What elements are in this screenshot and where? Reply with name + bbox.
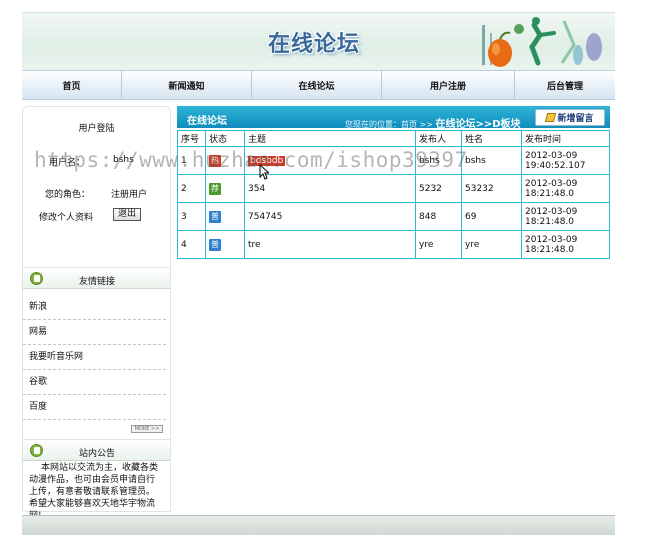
column-header: 发布人 xyxy=(415,130,462,147)
forum-panel: 在线论坛 您现在的位置：首页 >> 在线论坛>>D板块 新增留言 序号 状态 主… xyxy=(177,106,610,264)
time-date: 2012-03-09 xyxy=(525,234,578,245)
time-cell: 2012-03-09 18:21:48.0 xyxy=(521,202,610,231)
subject-cell: 754745 xyxy=(244,202,416,231)
time-cell: 2012-03-09 18:21:48.0 xyxy=(521,230,610,259)
normal-badge-icon: 普 xyxy=(209,210,221,223)
time-clock: 18:21:48.0 xyxy=(525,244,575,255)
normal-badge-icon: 普 xyxy=(209,238,221,251)
site-title: 在线论坛 xyxy=(268,31,361,57)
subject-cell: 354 xyxy=(244,174,416,203)
row-number: 4 xyxy=(177,230,206,259)
subject-cell: tre xyxy=(244,230,416,259)
friend-link[interactable]: 新浪 xyxy=(23,295,166,320)
pencil-icon xyxy=(545,113,557,122)
subject-link[interactable]: tre xyxy=(248,240,261,250)
more-links-button[interactable]: MORE >> xyxy=(131,425,163,433)
breadcrumb-current: 在线论坛>>D板块 xyxy=(435,119,521,130)
recommend-badge-icon: 荐 xyxy=(209,182,221,195)
table-row[interactable]: 4 普 tre yre yre 2012-03-09 18:21:48.0 xyxy=(177,230,610,259)
column-header: 序号 xyxy=(177,130,206,147)
nav-item-register[interactable]: 用户注册 xyxy=(382,71,515,99)
time-date: 2012-03-09 xyxy=(525,178,578,189)
time-date: 2012-03-09 xyxy=(525,150,578,161)
links-section-header: 友情链接 xyxy=(23,267,170,289)
column-header: 状态 xyxy=(205,130,245,147)
links-section-title: 友情链接 xyxy=(79,277,116,287)
edit-profile-link[interactable]: 修改个人资料 xyxy=(39,210,93,223)
status-cell: 普 xyxy=(205,230,245,259)
name-cell: 53232 xyxy=(461,174,522,203)
time-date: 2012-03-09 xyxy=(525,206,578,217)
banner-decoration-image xyxy=(482,17,602,67)
friend-links-list: 新浪 网易 我要听音乐网 谷歌 百度 xyxy=(23,295,170,420)
friend-link[interactable]: 网易 xyxy=(23,320,166,345)
nav-item-news[interactable]: 新闻通知 xyxy=(122,71,252,99)
login-panel-title: 用户登陆 xyxy=(78,124,115,134)
time-cell: 2012-03-09 18:21:48.0 xyxy=(521,174,610,203)
table-row[interactable]: 3 普 754745 848 69 2012-03-09 18:21:48.0 xyxy=(177,202,610,231)
nav-item-home[interactable]: 首页 xyxy=(22,71,122,99)
column-header: 姓名 xyxy=(461,130,522,147)
notice-text: 本网站以交流为主，收藏各类动漫作品，也可由会员申请自行上传，有意者敬请联系管理员… xyxy=(29,463,159,521)
watermark-text: https://www.huzhan.com/ishop39397 xyxy=(34,148,468,172)
role-label: 您的角色： xyxy=(45,190,91,200)
name-cell: bshs xyxy=(461,146,522,175)
notice-section-title: 站内公告 xyxy=(79,449,116,459)
table-row[interactable]: 2 荐 354 5232 53232 2012-03-09 18:21:48.0 xyxy=(177,174,610,203)
subject-link[interactable]: 354 xyxy=(248,184,265,194)
header-banner: 在线论坛 xyxy=(22,12,615,70)
role-value: 注册用户 xyxy=(111,190,148,200)
exit-button[interactable]: 退出 xyxy=(113,208,141,221)
nav-item-admin[interactable]: 后台管理 xyxy=(515,71,615,99)
friend-link[interactable]: 百度 xyxy=(23,395,166,420)
row-number: 2 xyxy=(177,174,206,203)
breadcrumb-prefix: 您现在的位置：首页 >> xyxy=(345,120,433,129)
page-frame: 在线论坛 首页 新闻通知 在线论坛 用户注册 后台管理 用户登陆 用户名： bs… xyxy=(22,12,615,535)
breadcrumb: 您现在的位置：首页 >> 在线论坛>>D板块 xyxy=(345,115,521,130)
forum-title-bar: 在线论坛 您现在的位置：首页 >> 在线论坛>>D板块 新增留言 xyxy=(177,106,610,130)
column-header: 发布时间 xyxy=(521,130,610,147)
time-cell: 2012-03-09 19:40:52.107 xyxy=(521,146,610,175)
name-cell: yre xyxy=(461,230,522,259)
time-clock: 19:40:52.107 xyxy=(525,160,586,171)
notepad-icon xyxy=(30,272,43,285)
new-post-button[interactable]: 新增留言 xyxy=(535,109,605,126)
time-clock: 18:21:48.0 xyxy=(525,188,575,199)
time-clock: 18:21:48.0 xyxy=(525,216,575,227)
forum-title: 在线论坛 xyxy=(187,116,227,127)
notice-section-header: 站内公告 xyxy=(23,439,170,461)
author-cell: 5232 xyxy=(415,174,462,203)
subject-link[interactable]: 754745 xyxy=(248,212,282,222)
main-nav: 首页 新闻通知 在线论坛 用户注册 后台管理 xyxy=(22,70,615,100)
name-cell: 69 xyxy=(461,202,522,231)
friend-link[interactable]: 谷歌 xyxy=(23,370,166,395)
nav-item-forum[interactable]: 在线论坛 xyxy=(252,71,382,99)
column-header: 主题 xyxy=(244,130,416,147)
friend-link[interactable]: 我要听音乐网 xyxy=(23,345,166,370)
page-footer xyxy=(22,515,615,535)
author-cell: yre xyxy=(415,230,462,259)
status-cell: 荐 xyxy=(205,174,245,203)
new-post-label: 新增留言 xyxy=(557,114,594,124)
row-number: 3 xyxy=(177,202,206,231)
table-header-row: 序号 状态 主题 发布人 姓名 发布时间 xyxy=(177,130,610,147)
status-cell: 普 xyxy=(205,202,245,231)
mouse-cursor-icon xyxy=(259,164,269,180)
author-cell: 848 xyxy=(415,202,462,231)
notepad-icon xyxy=(30,444,43,457)
